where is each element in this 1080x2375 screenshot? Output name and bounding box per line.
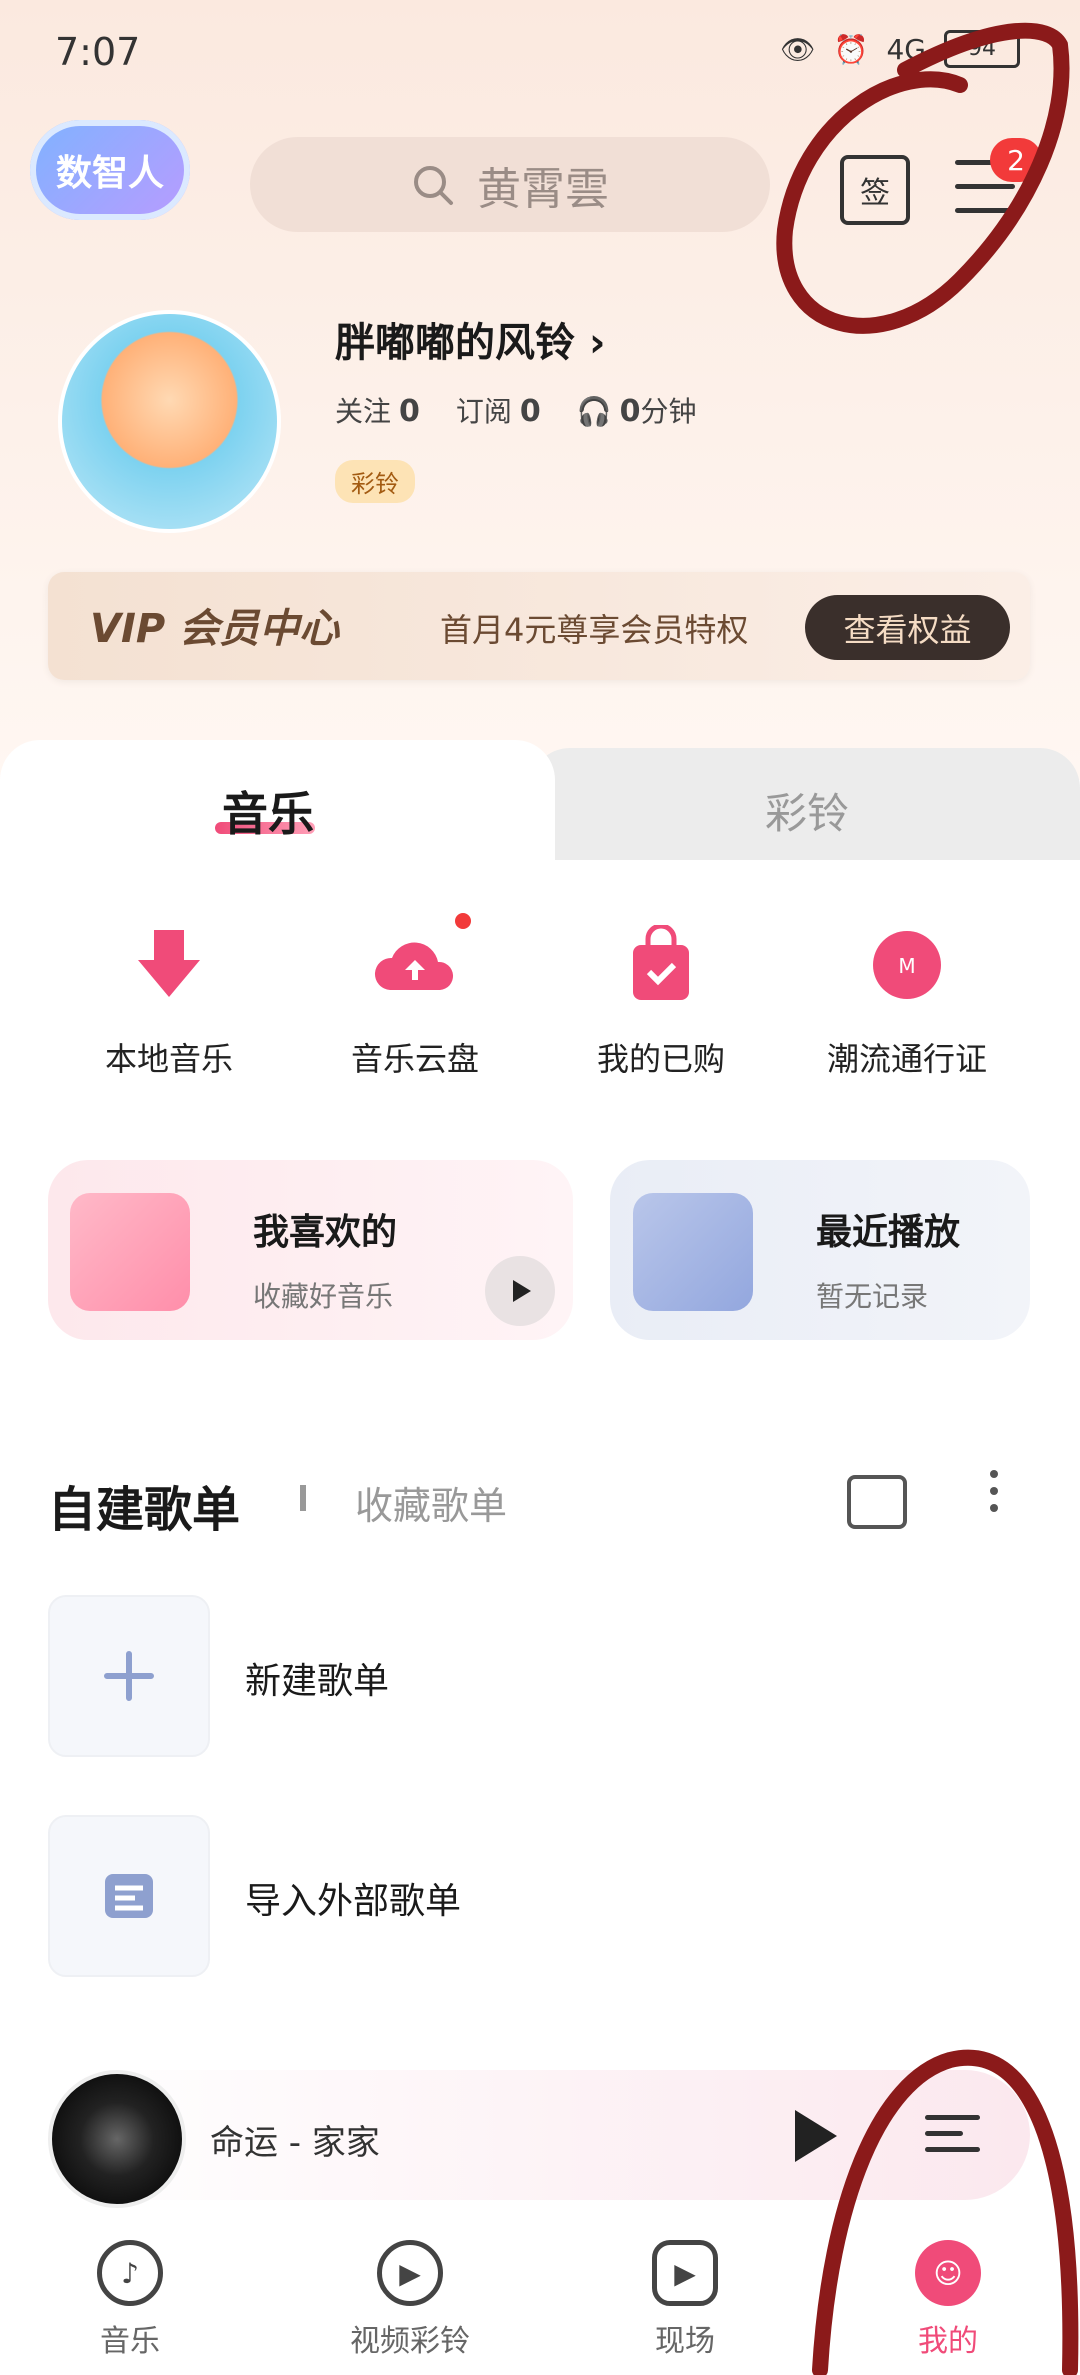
tab-music-label: 音乐 bbox=[222, 787, 314, 841]
album-cover[interactable] bbox=[48, 2070, 186, 2208]
quick-trend-pass[interactable]: M 潮流通行证 bbox=[784, 925, 1030, 1080]
quick-label: 我的已购 bbox=[596, 1040, 725, 1078]
subscribe-stat[interactable]: 订阅 0 bbox=[456, 390, 541, 430]
play-icon: ▶ bbox=[652, 2240, 718, 2306]
quick-label: 本地音乐 bbox=[104, 1040, 233, 1078]
more-options-icon[interactable] bbox=[990, 1470, 1000, 1521]
status-icons: 👁 ⏰ 4G 94 bbox=[780, 30, 1020, 68]
vip-description: 首月4元尊享会员特权 bbox=[440, 611, 749, 649]
avatar[interactable] bbox=[58, 310, 281, 533]
cloud-notification-dot bbox=[455, 913, 471, 929]
ringtone-tag[interactable]: 彩铃 bbox=[335, 460, 415, 503]
tab-divider bbox=[300, 1485, 306, 1511]
recent-title: 最近播放 bbox=[816, 1212, 961, 1253]
import-playlist-label[interactable]: 导入外部歌单 bbox=[245, 1872, 461, 1924]
nav-mine[interactable]: ☺ 我的 bbox=[848, 2240, 1048, 2360]
profile-stats: 关注 0 订阅 0 🎧 0分钟 bbox=[335, 390, 697, 430]
mini-player[interactable] bbox=[48, 2070, 1030, 2200]
now-playing-title[interactable]: 命运 - 家家 bbox=[210, 2115, 380, 2164]
bell-icon: ▶ bbox=[377, 2240, 443, 2306]
quick-local-music[interactable]: 本地音乐 bbox=[46, 925, 292, 1080]
cloud-upload-icon bbox=[374, 942, 454, 990]
eye-icon: 👁 bbox=[780, 32, 816, 66]
app-logo[interactable]: 数智人 bbox=[30, 120, 190, 220]
search-icon bbox=[414, 165, 453, 205]
shopping-bag-icon bbox=[633, 923, 689, 1000]
profile-name-link[interactable]: 胖嘟嘟的风铃 › bbox=[335, 310, 605, 368]
menu-badge: 2 bbox=[990, 138, 1042, 182]
quick-label: 潮流通行证 bbox=[826, 1040, 987, 1078]
play-icon bbox=[513, 1280, 531, 1302]
tab-fav-playlists[interactable]: 收藏歌单 bbox=[355, 1475, 507, 1530]
vip-title: VIP 会员中心 bbox=[90, 606, 340, 652]
network-label: 4G bbox=[886, 32, 926, 66]
quick-cloud-disk[interactable]: 音乐云盘 bbox=[292, 925, 538, 1080]
plus-icon bbox=[104, 1651, 154, 1701]
search-bar[interactable]: 黄霄雲 bbox=[250, 137, 770, 232]
import-playlist-button[interactable] bbox=[48, 1815, 210, 1977]
playlist-queue-icon[interactable] bbox=[925, 2115, 980, 2163]
headphones-icon: 🎧 bbox=[576, 395, 612, 428]
smile-icon: ☺ bbox=[915, 2240, 981, 2306]
alarm-icon: ⏰ bbox=[833, 32, 869, 66]
nav-label: 音乐 bbox=[100, 2324, 160, 2359]
favorites-title: 我喜欢的 bbox=[253, 1212, 398, 1253]
sign-in-button[interactable]: 签 bbox=[840, 155, 910, 225]
nav-music[interactable]: ♪ 音乐 bbox=[30, 2240, 230, 2360]
music-note-icon: ♪ bbox=[97, 2240, 163, 2306]
tab-ringtone-label: 彩铃 bbox=[765, 789, 850, 838]
status-time: 7:07 bbox=[55, 30, 141, 74]
new-playlist-label[interactable]: 新建歌单 bbox=[245, 1652, 389, 1704]
mini-play-icon[interactable] bbox=[795, 2110, 837, 2162]
recent-subtitle: 暂无记录 bbox=[816, 1280, 929, 1313]
download-icon bbox=[138, 930, 200, 997]
import-icon bbox=[105, 1874, 153, 1918]
favorites-subtitle: 收藏好音乐 bbox=[253, 1280, 394, 1313]
nav-live[interactable]: ▶ 现场 bbox=[585, 2240, 785, 2360]
view-benefits-button[interactable]: 查看权益 bbox=[805, 595, 1010, 660]
listen-stat[interactable]: 🎧 0分钟 bbox=[577, 390, 697, 430]
new-playlist-button[interactable] bbox=[48, 1595, 210, 1757]
battery-icon: 94 bbox=[944, 30, 1020, 68]
add-playlist-icon[interactable] bbox=[847, 1475, 907, 1529]
search-placeholder: 黄霄雲 bbox=[477, 163, 609, 215]
nav-video-ringtone[interactable]: ▶ 视频彩铃 bbox=[310, 2240, 510, 2360]
tab-self-playlists[interactable]: 自建歌单 bbox=[48, 1470, 240, 1540]
profile-name: 胖嘟嘟的风铃 bbox=[335, 320, 575, 366]
nav-label: 现场 bbox=[655, 2324, 715, 2359]
migu-pass-icon: M bbox=[873, 931, 941, 999]
quick-purchased[interactable]: 我的已购 bbox=[538, 923, 784, 1080]
nav-label: 视频彩铃 bbox=[350, 2324, 470, 2359]
chevron-right-icon: › bbox=[588, 320, 606, 366]
follow-stat[interactable]: 关注 0 bbox=[335, 390, 420, 430]
nav-label: 我的 bbox=[918, 2324, 978, 2359]
quick-label: 音乐云盘 bbox=[350, 1040, 479, 1078]
heart-icon bbox=[70, 1193, 190, 1311]
favorites-play-button[interactable] bbox=[485, 1256, 555, 1326]
svg-text:M: M bbox=[898, 954, 915, 978]
clock-icon bbox=[633, 1193, 753, 1311]
